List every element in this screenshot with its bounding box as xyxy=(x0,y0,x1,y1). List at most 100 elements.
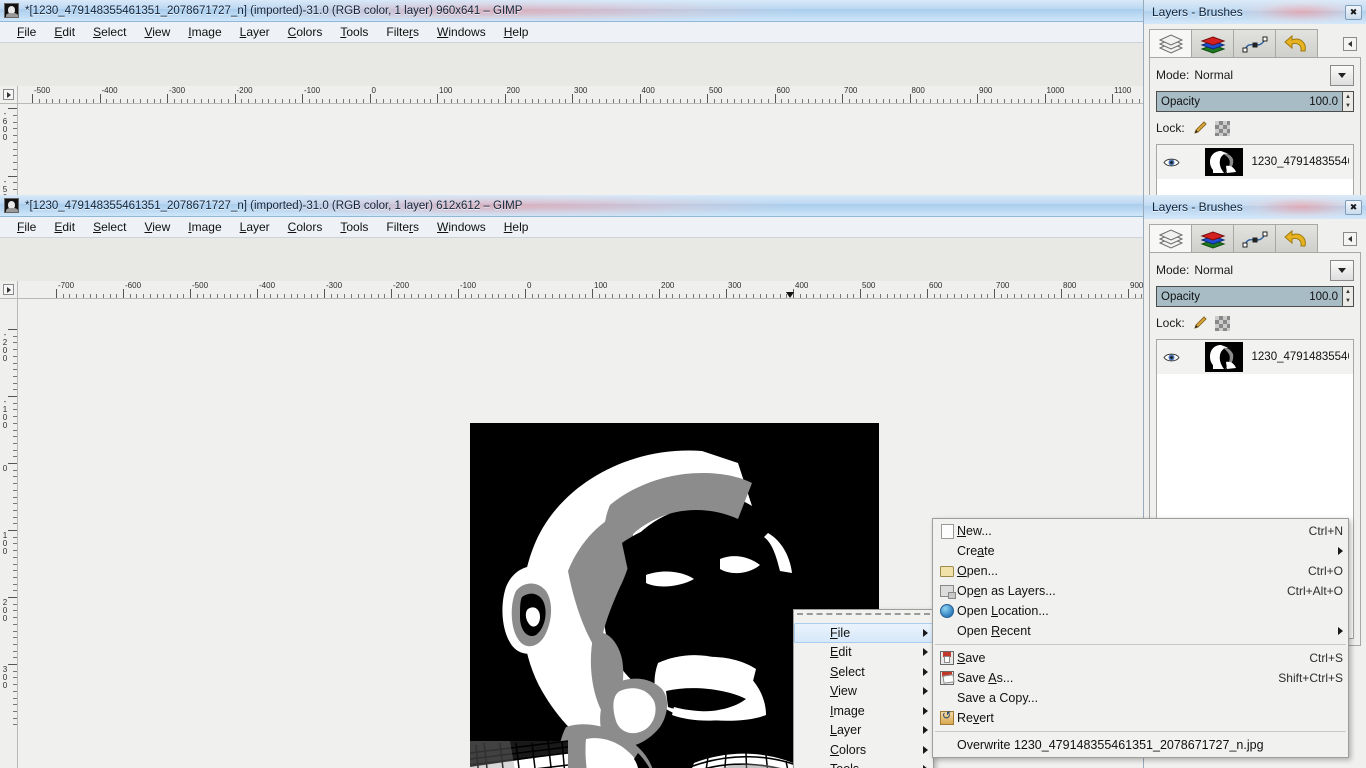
menu-colors[interactable]: Colors xyxy=(279,218,332,236)
ruler-minor-tick xyxy=(383,99,384,103)
menu-view[interactable]: View xyxy=(135,218,179,236)
dock-2-titlebar[interactable]: Layers - Brushes ✖ xyxy=(1144,195,1366,219)
dock-1-undo-history-tab[interactable] xyxy=(1275,29,1318,57)
file-menu-item-open[interactable]: Open... Ctrl+O xyxy=(933,561,1348,581)
layer-visibility-toggle[interactable] xyxy=(1161,352,1183,363)
menu-item-label: View xyxy=(830,684,857,699)
ruler-minor-tick xyxy=(13,342,17,344)
ruler-menu-button-2[interactable] xyxy=(0,281,18,299)
dock-2-undo-history-tab[interactable] xyxy=(1275,224,1318,252)
dock-2-close-button[interactable]: ✖ xyxy=(1345,199,1362,215)
opacity-spinner[interactable]: ▲ ▼ xyxy=(1343,91,1354,112)
file-menu-item-open-recent[interactable]: Open Recent xyxy=(933,621,1348,641)
menu-filters[interactable]: Filters xyxy=(377,218,428,236)
ruler-tick-label: 100 xyxy=(594,281,608,290)
menu-image[interactable]: Image xyxy=(179,23,230,41)
mode-dropdown-button[interactable] xyxy=(1330,64,1354,86)
ruler-major-tick xyxy=(572,94,573,103)
ruler-minor-tick xyxy=(685,294,687,298)
menu-tools[interactable]: Tools xyxy=(331,23,377,41)
menu-tearoff[interactable] xyxy=(797,613,930,620)
ruler-minor-tick xyxy=(598,294,600,298)
menu-windows[interactable]: Windows xyxy=(428,23,495,41)
menu-colors[interactable]: Colors xyxy=(279,23,332,41)
menu-view[interactable]: View xyxy=(135,23,179,41)
context-menu-item-view[interactable]: View xyxy=(794,682,933,702)
file-menu-item-save[interactable]: Save Ctrl+S xyxy=(933,648,1348,668)
context-menu-item-tools[interactable]: Tools xyxy=(794,760,933,768)
layer-row[interactable]: 1230_479148355461 xyxy=(1157,145,1353,179)
opacity-slider[interactable]: Opacity 100.0 xyxy=(1156,91,1343,112)
canvas-context-menu[interactable]: File Edit Select View Image Layer Colors Tools xyxy=(793,609,934,768)
window-2-titlebar[interactable]: *[1230_479148355461351_2078671727_n] (im… xyxy=(0,195,1143,217)
file-menu-item-save-as[interactable]: Save As... Shift+Ctrl+S xyxy=(933,668,1348,688)
menu-select[interactable]: Select xyxy=(84,23,135,41)
menu-layer[interactable]: Layer xyxy=(231,218,279,236)
context-menu-item-select[interactable]: Select xyxy=(794,662,933,682)
ruler-minor-tick xyxy=(819,294,821,298)
lock-pixels-brush-icon[interactable] xyxy=(1192,120,1208,136)
ruler-minor-tick xyxy=(227,99,229,103)
file-menu-item-open-location[interactable]: Open Location... xyxy=(933,601,1348,621)
menu-edit[interactable]: Edit xyxy=(45,23,84,41)
menu-help[interactable]: Help xyxy=(495,23,538,41)
ruler-menu-button-1[interactable] xyxy=(0,86,18,104)
menu-file[interactable]: File xyxy=(8,23,45,41)
mode-dropdown-button[interactable] xyxy=(1330,259,1354,281)
menu-help[interactable]: Help xyxy=(495,218,538,236)
channels-icon xyxy=(1200,230,1225,249)
opacity-slider[interactable]: Opacity 100.0 xyxy=(1156,286,1343,307)
context-menu-item-layer[interactable]: Layer xyxy=(794,721,933,741)
window-1-titlebar[interactable]: *[1230_479148355461351_2078671727_n] (im… xyxy=(0,0,1143,22)
vertical-ruler-2[interactable]: ‐200 ‐100 0 100 200 300 xyxy=(0,299,18,768)
dock-2-channels-tab[interactable] xyxy=(1191,224,1234,252)
lock-alpha-checker-icon[interactable] xyxy=(1214,315,1230,331)
file-menu-item-create[interactable]: Create xyxy=(933,541,1348,561)
context-menu-item-image[interactable]: Image xyxy=(794,701,933,721)
file-menu-item-revert[interactable]: Revert xyxy=(933,708,1348,728)
file-menu-item-open-as-layers[interactable]: Open as Layers... Ctrl+Alt+O xyxy=(933,581,1348,601)
ruler-minor-tick xyxy=(551,294,553,298)
ruler-minor-tick xyxy=(13,355,17,357)
file-menu-item-save-a-copy[interactable]: Save a Copy... xyxy=(933,688,1348,708)
file-submenu[interactable]: New... Ctrl+N Create Open... Ctrl+O Open as L… xyxy=(932,518,1349,758)
horizontal-ruler-2[interactable]: -700 -600 -500 -400 -300 -200 -100 0 100 200 300 40… xyxy=(18,281,1143,299)
ruler-minor-tick xyxy=(612,99,614,103)
dock-2-layers-tab[interactable] xyxy=(1149,224,1192,252)
file-menu-item-overwrite-1230-479148355461351-2078671727-n-jpg[interactable]: Overwrite 1230_479148355461351_207867172… xyxy=(933,735,1348,755)
layer-visibility-toggle[interactable] xyxy=(1161,157,1183,168)
lock-alpha-checker-icon[interactable] xyxy=(1214,120,1230,136)
context-menu-item-file[interactable]: File xyxy=(794,623,933,643)
dock-1-collapse-button[interactable] xyxy=(1343,37,1357,51)
layer-row[interactable]: 1230_479148355461 xyxy=(1157,340,1353,374)
horizontal-ruler-1[interactable]: -500 -400 -300 -200 -100 0 100 200 300 400 500 600 7… xyxy=(18,86,1143,104)
mode-value: Normal xyxy=(1194,263,1234,277)
menu-edit[interactable]: Edit xyxy=(45,218,84,236)
menu-image[interactable]: Image xyxy=(179,218,230,236)
dock-2-collapse-button[interactable] xyxy=(1343,232,1357,246)
menu-layer[interactable]: Layer xyxy=(231,23,279,41)
opacity-spinner[interactable]: ▲ ▼ xyxy=(1343,286,1354,307)
dock-1-paths-tab[interactable] xyxy=(1233,29,1276,57)
context-menu-item-colors[interactable]: Colors xyxy=(794,740,933,760)
file-menu-item-new[interactable]: New... Ctrl+N xyxy=(933,521,1348,541)
menu-file[interactable]: File xyxy=(8,218,45,236)
context-menu-item-edit[interactable]: Edit xyxy=(794,643,933,663)
ruler-major-tick xyxy=(324,289,325,298)
menu-select[interactable]: Select xyxy=(84,218,135,236)
menu-tools[interactable]: Tools xyxy=(331,218,377,236)
dock-1-titlebar[interactable]: Layers - Brushes ✖ xyxy=(1144,0,1366,24)
ruler-minor-tick xyxy=(451,294,453,298)
layers-icon xyxy=(1158,33,1183,54)
menu-windows[interactable]: Windows xyxy=(428,218,495,236)
lock-pixels-brush-icon[interactable] xyxy=(1192,315,1208,331)
ruler-minor-tick xyxy=(330,294,332,298)
ruler-tick-label: 800 xyxy=(911,86,925,95)
menu-filters[interactable]: Filters xyxy=(377,23,428,41)
dock-1-layers-tab[interactable] xyxy=(1149,29,1192,57)
dock-1-channels-tab[interactable] xyxy=(1191,29,1234,57)
dock-2-paths-tab[interactable] xyxy=(1233,224,1276,252)
ruler-minor-tick xyxy=(45,99,47,103)
eye-icon xyxy=(1163,158,1180,166)
dock-1-close-button[interactable]: ✖ xyxy=(1345,4,1362,20)
